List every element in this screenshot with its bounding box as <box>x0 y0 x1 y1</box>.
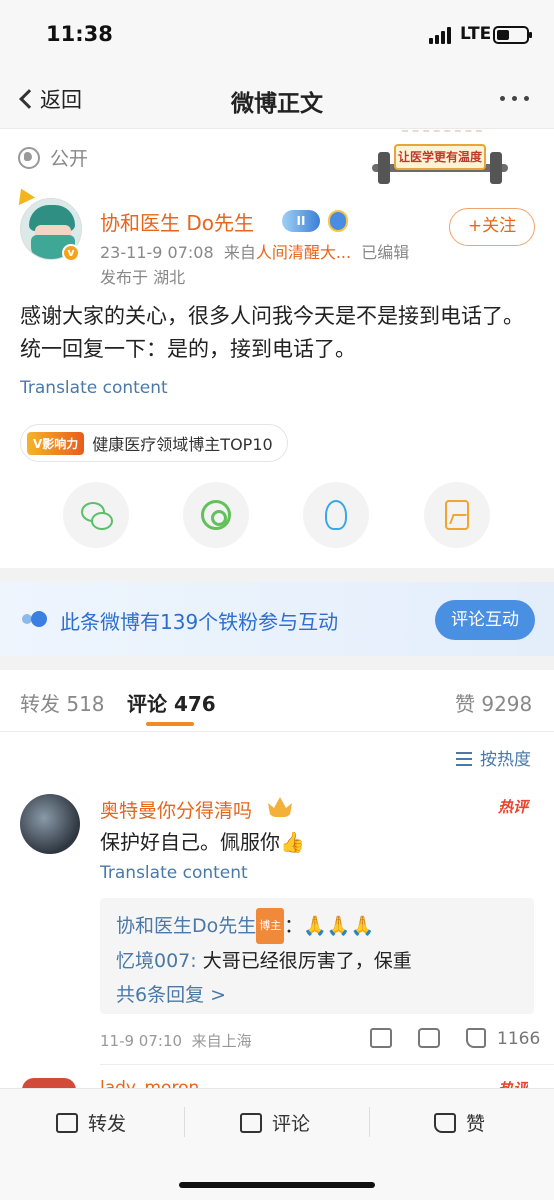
save-image-button[interactable] <box>424 482 490 548</box>
reply-text: 大哥已经很厉害了，保重 <box>196 950 412 972</box>
active-tab-indicator <box>146 722 194 726</box>
translate-link[interactable]: Translate content <box>20 378 168 398</box>
like-icon[interactable] <box>466 1028 486 1048</box>
reply-item: 忆境007: 大哥已经很厉害了，保重 <box>116 944 518 978</box>
battery-icon <box>493 26 532 44</box>
level-badge: II <box>282 210 320 232</box>
more-replies-link[interactable]: 共6条回复 > <box>116 978 518 1012</box>
comment-time: 11-9 07:10 <box>100 1032 183 1050</box>
signal-icon <box>429 26 451 44</box>
comment-like-count: 1166 <box>497 1029 541 1049</box>
influence-tag[interactable]: V影响力 健康医疗领域博主TOP10 <box>20 424 288 462</box>
fan-interaction-bar: 此条微博有139个铁粉参与互动 评论互动 <box>0 582 554 656</box>
share-row <box>63 482 493 548</box>
like-label: 赞 <box>466 1113 486 1135</box>
post-location: 发布于 湖北 <box>100 268 186 287</box>
visibility-label: 公开 <box>50 148 89 170</box>
sort-icon <box>456 750 474 766</box>
visibility-row: 公开 <box>18 144 88 171</box>
comment-icon <box>240 1112 262 1133</box>
comment-label: 评论 <box>272 1113 311 1135</box>
reply-author[interactable]: 忆境007: <box>116 950 197 972</box>
more-menu-button[interactable] <box>500 96 529 101</box>
comment-interact-button[interactable]: 评论互动 <box>435 600 535 640</box>
post-text: 感谢大家的关心，很多人问我今天是不是接到电话了。统一回复一下：是的，接到电话了。 <box>20 304 524 361</box>
share-icon <box>56 1112 78 1133</box>
share-icon[interactable] <box>370 1028 392 1048</box>
post-time: 23-11-9 07:08 <box>100 243 214 262</box>
author-badge: 博主 <box>256 908 285 944</box>
reply-item: 协和医生Do先生 博主 ：🙏🙏🙏 <box>116 908 518 944</box>
commenter-name[interactable]: 奥特曼你分得清吗 <box>100 796 252 823</box>
divider <box>100 1064 554 1065</box>
section-gap <box>0 656 554 670</box>
tab-repost[interactable]: 转发 518 <box>20 688 105 717</box>
author-name[interactable]: 协和医生 Do先生 <box>100 207 254 236</box>
section-gap <box>0 568 554 582</box>
verified-v-icon: v <box>62 244 80 262</box>
globe-icon <box>18 146 40 169</box>
post-source[interactable]: 人间清醒大... <box>256 243 351 262</box>
reply-text: ：🙏🙏🙏 <box>284 915 375 937</box>
sort-label: 按热度 <box>480 750 531 770</box>
share-wechat-button[interactable] <box>63 482 129 548</box>
fans-icon <box>22 611 47 627</box>
status-bar: 11:38 LTE <box>0 0 554 70</box>
comment-button[interactable]: 评论 <box>240 1109 310 1136</box>
like-icon <box>434 1112 456 1133</box>
comment-text: 保护好自己。佩服你👍 <box>100 830 305 854</box>
network-label: LTE <box>460 24 492 44</box>
reply-preview[interactable]: 协和医生Do先生 博主 ：🙏🙏🙏 忆境007: 大哥已经很厉害了，保重 共6条回复 … <box>100 898 534 1014</box>
decoration-banner: 让医学更有温度 <box>372 130 508 184</box>
influence-text: 健康医疗领域博主TOP10 <box>92 435 273 454</box>
commenter-avatar[interactable] <box>20 794 80 854</box>
edited-label[interactable]: 已编辑 <box>361 243 409 262</box>
banner-text: 让医学更有温度 <box>394 144 486 170</box>
like-button[interactable]: 赞 <box>434 1109 485 1136</box>
comment-translate-link[interactable]: Translate content <box>100 863 248 883</box>
influence-badge: V影响力 <box>27 431 85 455</box>
fan-text: 此条微博有139个铁粉参与互动 <box>60 610 339 634</box>
divider <box>0 128 554 129</box>
crown-icon <box>268 797 292 817</box>
status-time: 11:38 <box>46 22 113 46</box>
nav-bar: 返回 微博正文 <box>0 70 554 128</box>
share-moments-button[interactable] <box>183 482 249 548</box>
sort-button[interactable]: 按热度 <box>456 745 531 770</box>
home-indicator[interactable] <box>179 1182 375 1188</box>
repost-label: 转发 <box>88 1113 127 1135</box>
crown-icon <box>12 184 36 206</box>
page-title: 微博正文 <box>231 91 323 117</box>
comment-meta: 11-9 07:10 来自上海 <box>100 1030 252 1051</box>
moments-icon <box>201 500 231 530</box>
wechat-icon <box>81 500 113 530</box>
repost-button[interactable]: 转发 <box>56 1109 126 1136</box>
hot-comment-tag: 热评 <box>498 798 529 816</box>
tab-bar: 转发 518 评论 476 赞 9298 <box>0 670 554 732</box>
source-prefix: 来自 <box>223 243 256 262</box>
tab-likes[interactable]: 赞 9298 <box>455 688 532 717</box>
qq-icon <box>325 500 347 530</box>
reply-author[interactable]: 协和医生Do先生 <box>116 915 256 937</box>
verified-badge-icon <box>328 210 348 232</box>
follow-button[interactable]: +关注 <box>449 208 535 246</box>
comment-location: 来自上海 <box>191 1032 252 1050</box>
share-qq-button[interactable] <box>303 482 369 548</box>
post-meta: 23-11-9 07:08 来自人间清醒大... 已编辑 <box>100 239 409 263</box>
tab-comments[interactable]: 评论 476 <box>127 688 216 717</box>
comment-icon[interactable] <box>418 1028 440 1048</box>
save-image-icon <box>445 500 469 530</box>
